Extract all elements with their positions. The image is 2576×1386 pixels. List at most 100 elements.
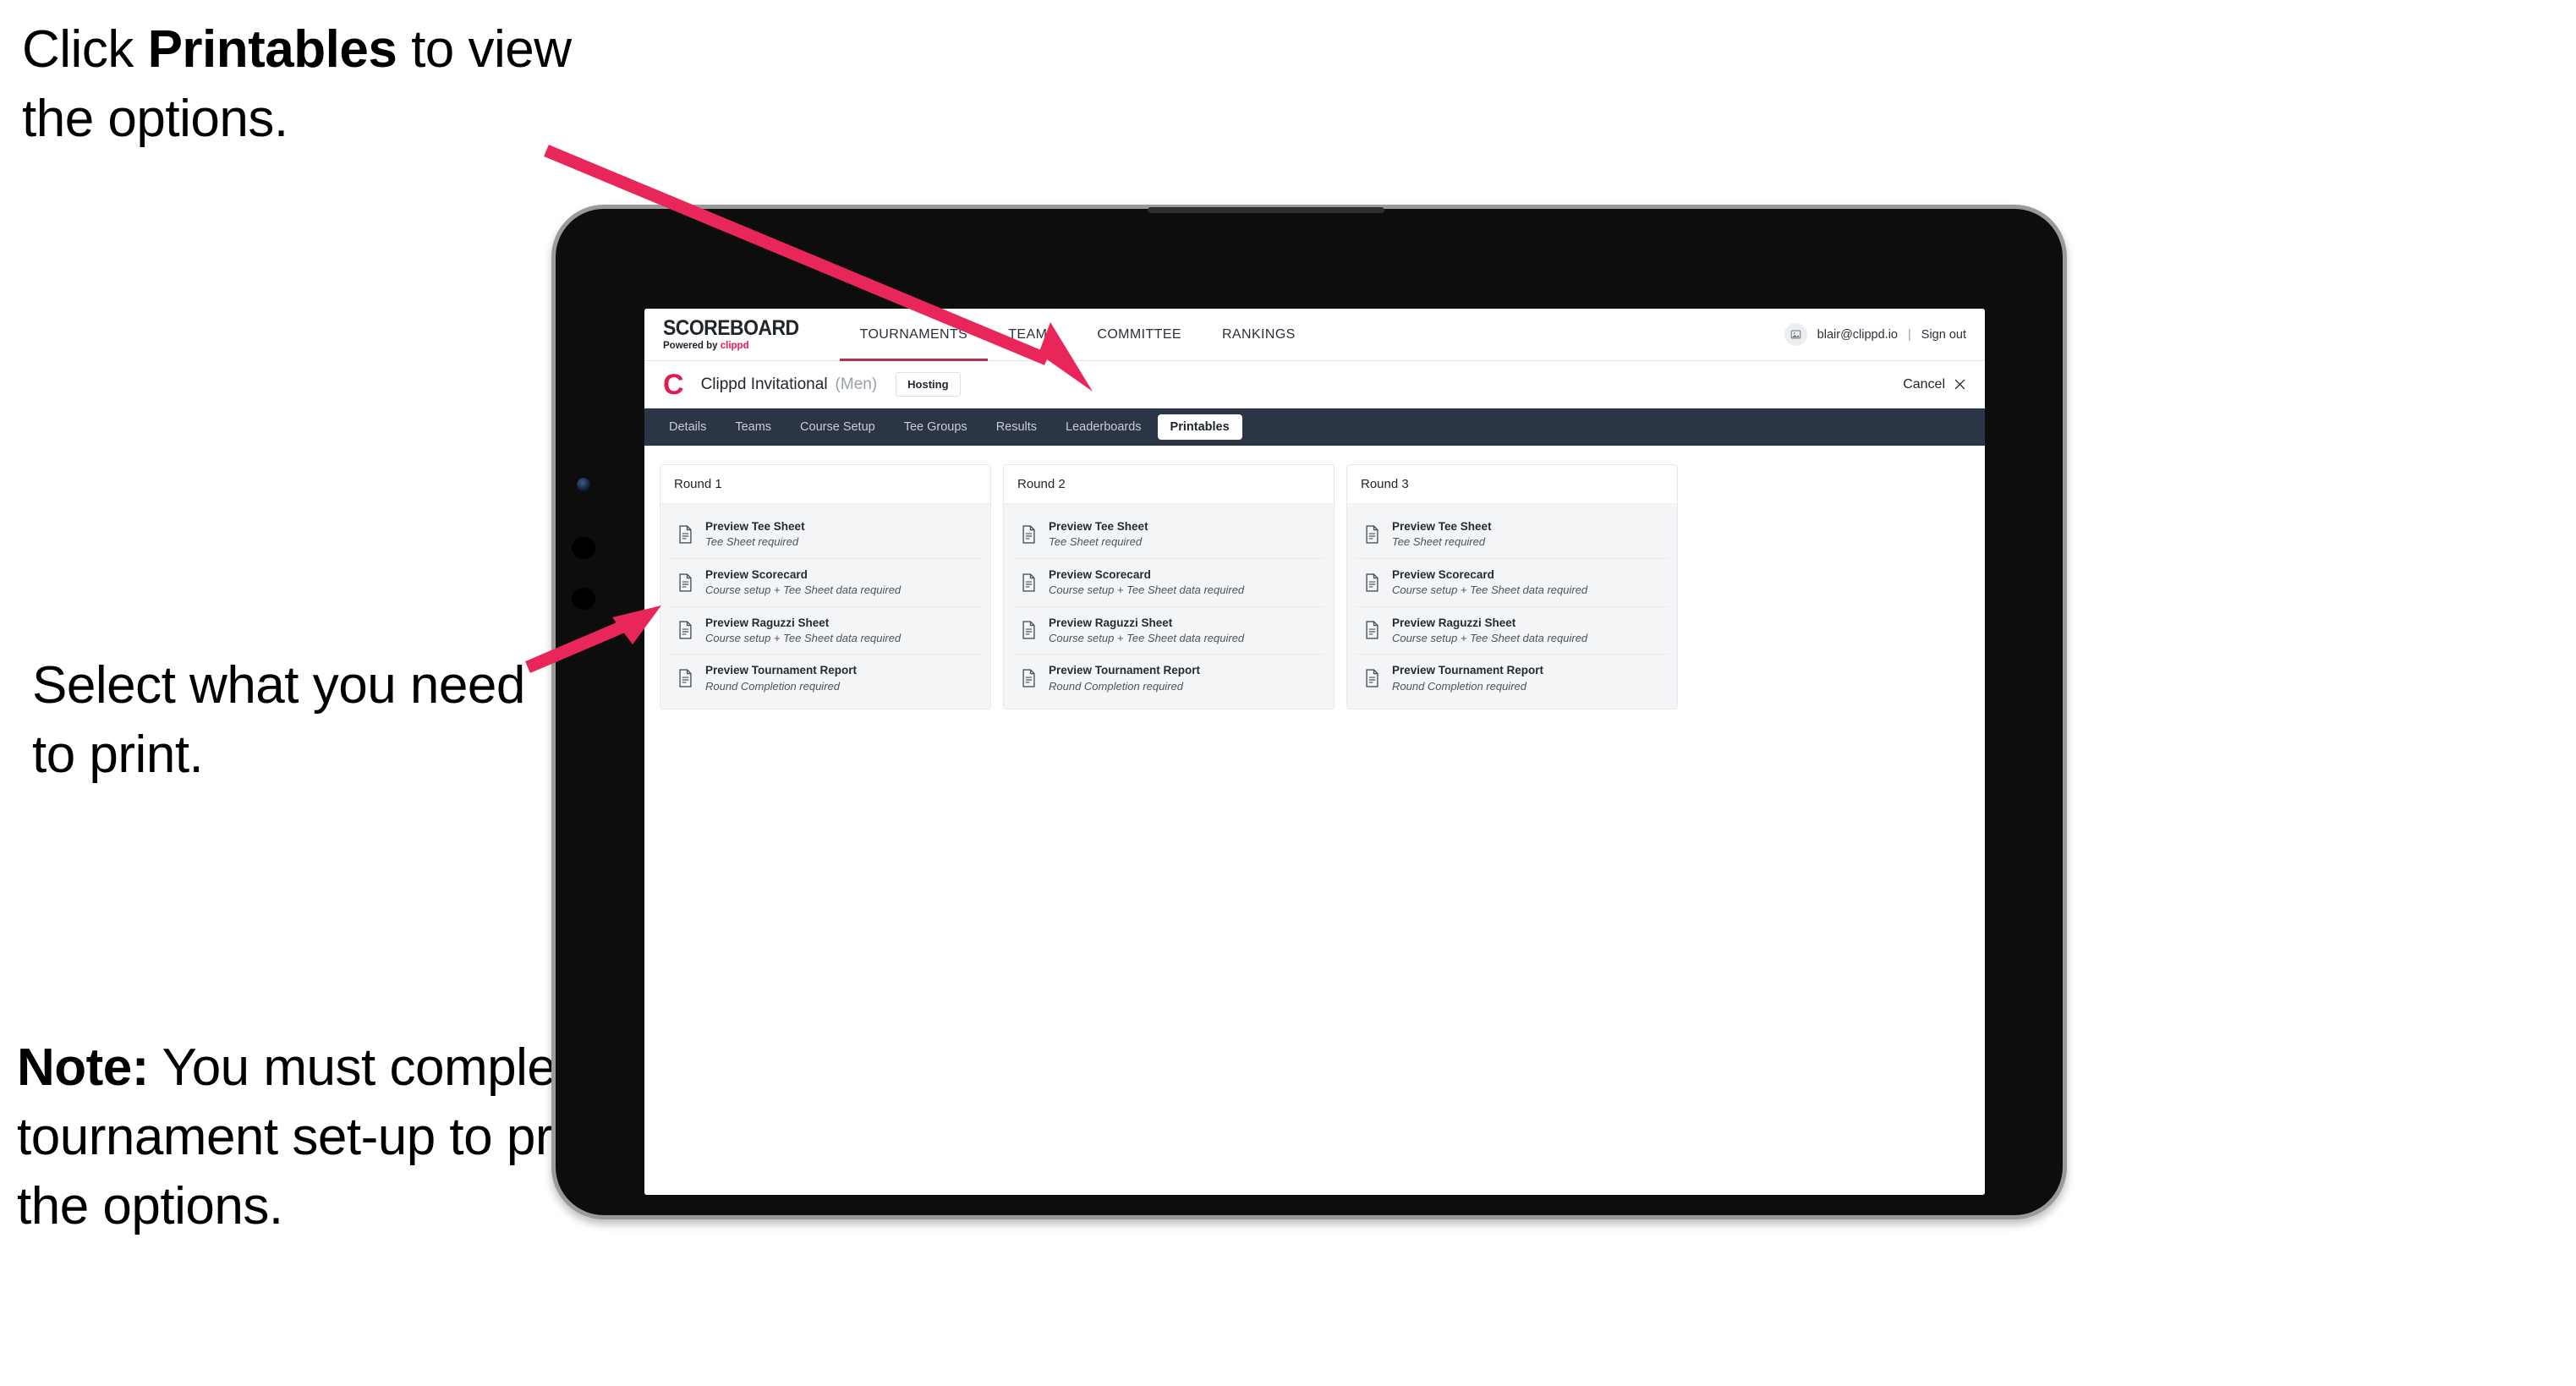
tournament-name: Clippd Invitational xyxy=(700,375,828,393)
nav-label: RANKINGS xyxy=(1221,326,1296,342)
nav-item-tournaments[interactable]: TOURNAMENTS xyxy=(839,309,989,361)
printable-requirement: Tee Sheet required xyxy=(705,535,799,549)
tournament-gender: (Men) xyxy=(835,375,878,393)
tab-label: Teams xyxy=(735,420,772,434)
round-items-list: Preview Tee Sheet Tee Sheet required Pre… xyxy=(660,504,990,709)
printable-row-tournament-report[interactable]: Preview Tournament Report Round Completi… xyxy=(669,655,982,702)
document-icon xyxy=(679,669,692,688)
clippd-logo-icon: C xyxy=(663,368,684,401)
document-icon xyxy=(1366,621,1378,640)
tab-label: Printables xyxy=(1170,420,1230,434)
round-title: Round 1 xyxy=(660,465,990,504)
tab-label: Leaderboards xyxy=(1066,420,1142,434)
annotation-select-to-print: Select what you need to print. xyxy=(32,656,525,784)
tab-details[interactable]: Details xyxy=(656,414,719,440)
document-icon xyxy=(679,525,692,544)
avatar[interactable] xyxy=(1784,323,1807,346)
printable-title: Preview Tournament Report xyxy=(1049,664,1201,677)
brand-name: SCOREBOARD xyxy=(663,315,799,340)
printable-requirement: Tee Sheet required xyxy=(1392,535,1486,549)
round-title: Round 2 xyxy=(1004,465,1334,504)
document-icon xyxy=(1366,525,1378,544)
user-email-label: blair@clippd.io xyxy=(1817,327,1898,342)
document-icon xyxy=(1022,621,1035,640)
cancel-label: Cancel xyxy=(1903,376,1945,392)
tab-results[interactable]: Results xyxy=(984,414,1050,440)
printable-title: Preview Tournament Report xyxy=(1392,664,1544,677)
tab-tee-groups[interactable]: Tee Groups xyxy=(891,414,980,440)
printable-row-scorecard[interactable]: Preview Scorecard Course setup + Tee She… xyxy=(669,559,982,607)
tournament-header-bar: C Clippd Invitational (Men) Hosting Canc… xyxy=(644,361,1985,408)
section-tab-strip: Details Teams Course Setup Tee Groups Re… xyxy=(644,408,1985,446)
printable-requirement: Round Completion required xyxy=(705,679,840,693)
printable-row-tee-sheet[interactable]: Preview Tee Sheet Tee Sheet required xyxy=(669,511,982,559)
nav-label: TEAMS xyxy=(1008,326,1057,342)
printable-requirement: Course setup + Tee Sheet data required xyxy=(705,631,902,644)
printable-requirement: Round Completion required xyxy=(1049,679,1183,693)
round-card: Round 2 Preview Tee Sheet Tee Sheet requ… xyxy=(1003,464,1335,710)
annotation-top-bold: Printables xyxy=(147,20,397,79)
printable-row-scorecard[interactable]: Preview Scorecard Course setup + Tee She… xyxy=(1356,559,1669,607)
nav-item-rankings[interactable]: RANKINGS xyxy=(1202,309,1316,360)
brand-tagline: Powered by clippd xyxy=(663,340,811,352)
printable-title: Preview Tee Sheet xyxy=(1049,520,1148,533)
tab-label: Course Setup xyxy=(800,420,875,434)
document-icon xyxy=(1022,573,1035,592)
printable-row-scorecard[interactable]: Preview Scorecard Course setup + Tee She… xyxy=(1012,559,1325,607)
cancel-button[interactable]: Cancel xyxy=(1903,377,1966,392)
separator: | xyxy=(1908,327,1911,342)
tab-label: Tee Groups xyxy=(903,420,967,434)
status-badge[interactable]: Hosting xyxy=(896,372,961,397)
round-items-list: Preview Tee Sheet Tee Sheet required Pre… xyxy=(1004,504,1334,709)
document-icon xyxy=(1366,669,1378,688)
document-icon xyxy=(1022,669,1035,688)
printable-title: Preview Scorecard xyxy=(1392,567,1494,581)
round-items-list: Preview Tee Sheet Tee Sheet required Pre… xyxy=(1347,504,1677,709)
printable-title: Preview Raguzzi Sheet xyxy=(1049,616,1173,629)
printable-title: Preview Tournament Report xyxy=(705,664,858,677)
printable-row-raguzzi-sheet[interactable]: Preview Raguzzi Sheet Course setup + Tee… xyxy=(1012,607,1325,655)
printable-requirement: Course setup + Tee Sheet data required xyxy=(1392,583,1588,596)
printable-requirement: Tee Sheet required xyxy=(1049,535,1143,549)
printable-title: Preview Scorecard xyxy=(1049,567,1151,581)
document-icon xyxy=(679,621,692,640)
app-screen: SCOREBOARD Powered by clippd TOURNAMENTS… xyxy=(644,309,1985,1195)
volume-up-button[interactable] xyxy=(572,537,595,559)
tablet-device-frame: SCOREBOARD Powered by clippd TOURNAMENTS… xyxy=(551,205,2067,1219)
brand-logo[interactable]: SCOREBOARD Powered by clippd xyxy=(663,309,840,360)
printable-requirement: Round Completion required xyxy=(1392,679,1526,693)
nav-label: COMMITTEE xyxy=(1097,326,1181,342)
round-card: Round 1 Preview Tee Sheet Tee Sheet requ… xyxy=(660,464,991,710)
printable-row-tournament-report[interactable]: Preview Tournament Report Round Completi… xyxy=(1356,655,1669,702)
tab-label: Results xyxy=(995,420,1038,434)
user-avatar-icon xyxy=(1790,330,1800,339)
tab-label: Details xyxy=(669,420,707,434)
document-icon xyxy=(1366,573,1378,592)
printable-title: Preview Tee Sheet xyxy=(705,520,805,533)
tab-course-setup[interactable]: Course Setup xyxy=(787,414,888,440)
tab-leaderboards[interactable]: Leaderboards xyxy=(1053,414,1154,440)
printable-requirement: Course setup + Tee Sheet data required xyxy=(705,583,902,596)
top-navigation-bar: SCOREBOARD Powered by clippd TOURNAMENTS… xyxy=(644,309,1985,361)
printable-row-raguzzi-sheet[interactable]: Preview Raguzzi Sheet Course setup + Tee… xyxy=(669,607,982,655)
printable-title: Preview Tee Sheet xyxy=(1392,520,1492,533)
nav-item-teams[interactable]: TEAMS xyxy=(988,309,1077,360)
tab-teams[interactable]: Teams xyxy=(722,414,784,440)
printable-title: Preview Scorecard xyxy=(705,567,808,581)
sign-out-button[interactable]: Sign out xyxy=(1921,328,1966,342)
printables-content: Round 1 Preview Tee Sheet Tee Sheet requ… xyxy=(644,446,1985,1195)
annotation-note-bold: Note: xyxy=(17,1038,149,1097)
printable-row-tee-sheet[interactable]: Preview Tee Sheet Tee Sheet required xyxy=(1012,511,1325,559)
document-icon xyxy=(679,573,692,592)
annotation-click-printables: Click Printables to view the options. xyxy=(22,15,580,154)
printable-row-tee-sheet[interactable]: Preview Tee Sheet Tee Sheet required xyxy=(1356,511,1669,559)
printable-title: Preview Raguzzi Sheet xyxy=(1392,616,1516,629)
brand-tagline-accent: clippd xyxy=(720,340,749,351)
document-icon xyxy=(1022,525,1035,544)
nav-item-committee[interactable]: COMMITTEE xyxy=(1077,309,1202,360)
printable-row-raguzzi-sheet[interactable]: Preview Raguzzi Sheet Course setup + Tee… xyxy=(1356,607,1669,655)
printable-row-tournament-report[interactable]: Preview Tournament Report Round Completi… xyxy=(1012,655,1325,702)
printable-requirement: Course setup + Tee Sheet data required xyxy=(1049,631,1245,644)
tab-printables[interactable]: Printables xyxy=(1157,414,1242,440)
volume-down-button[interactable] xyxy=(572,588,595,610)
